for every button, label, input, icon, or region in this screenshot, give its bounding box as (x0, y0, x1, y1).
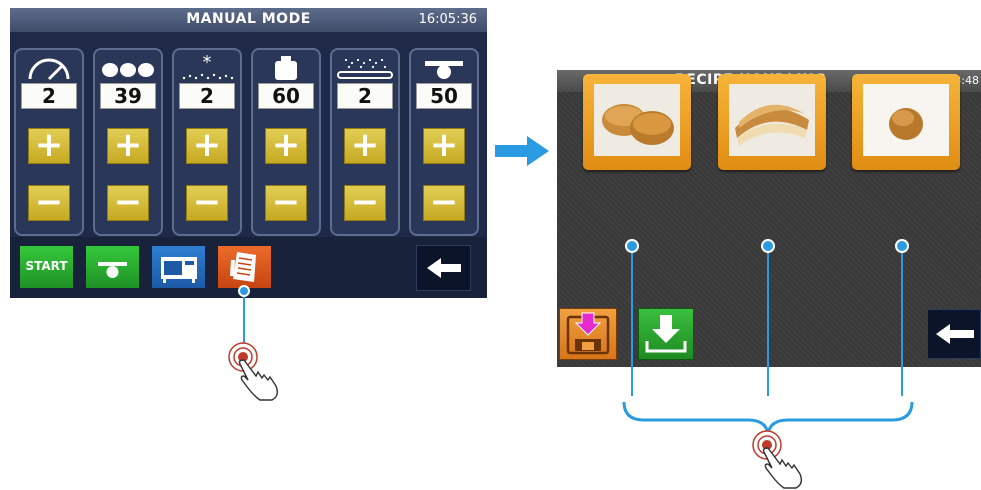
plus-icon: + (34, 125, 64, 165)
transition-arrow-icon (495, 136, 549, 166)
minus-icon: − (34, 182, 64, 222)
flour-duster-decrease-button[interactable]: − (186, 185, 228, 221)
manual-mode-header: MANUAL MODE 16:05:36 (10, 8, 487, 32)
recipe-list-icon (230, 252, 256, 282)
plus-icon: + (429, 125, 459, 165)
minus-icon: − (429, 182, 459, 222)
oven-icon (161, 257, 197, 283)
speed-value: 2 (21, 83, 77, 109)
speed-decrease-button[interactable]: − (28, 185, 70, 221)
start-label: START (25, 259, 68, 273)
hotdog-bun-photo (729, 84, 815, 156)
press-plate-decrease-button[interactable]: − (423, 185, 465, 221)
plus-icon: + (192, 125, 222, 165)
belt-dusting-icon (337, 58, 393, 79)
manual-mode-toolbar: START (10, 237, 487, 298)
minus-icon: − (350, 182, 380, 222)
recipe-handling-button[interactable] (218, 246, 271, 288)
tap-hand-icon (228, 342, 279, 401)
oven-button[interactable] (152, 246, 205, 288)
clock: 16:05:36 (418, 12, 477, 27)
flour-duster-value: 2 (179, 83, 235, 109)
svg-text:*: * (203, 52, 212, 73)
belt-press-button[interactable] (86, 246, 139, 288)
belt-dusting-increase-button[interactable]: + (344, 128, 386, 164)
dough-balls-icon (102, 63, 154, 77)
recipe-card-hotdog-bun[interactable] (718, 74, 826, 170)
belt-dusting-decrease-button[interactable]: − (344, 185, 386, 221)
press-plate-value: 50 (416, 83, 472, 109)
back-button[interactable] (416, 245, 471, 291)
back-button[interactable] (927, 309, 981, 359)
speed-gauge-icon (28, 58, 70, 81)
speed-increase-button[interactable]: + (28, 128, 70, 164)
page-title: MANUAL MODE (186, 11, 311, 27)
minus-icon: − (113, 182, 143, 222)
dough-balls-increase-button[interactable]: + (107, 128, 149, 164)
parameter-column-speed: 2 + − (14, 48, 84, 236)
dough-balls-decrease-button[interactable]: − (107, 185, 149, 221)
parameter-column-weight: 60 + − (251, 48, 321, 236)
burger-bun-photo (594, 84, 680, 156)
weight-decrease-button[interactable]: − (265, 185, 307, 221)
plus-icon: + (113, 125, 143, 165)
parameter-column-press-plate: 50 + − (409, 48, 479, 236)
back-arrow-icon (936, 324, 974, 344)
dough-balls-value: 39 (100, 83, 156, 109)
tap-hand-icon (752, 430, 803, 489)
plus-icon: + (271, 125, 301, 165)
minus-icon: − (192, 182, 222, 222)
recipe-card-burger-bun[interactable] (583, 74, 691, 170)
flour-duster-increase-button[interactable]: + (186, 128, 228, 164)
parameter-column-flour-duster: * 2 + − (172, 48, 242, 236)
minus-icon: − (271, 182, 301, 222)
parameter-column-belt-dusting: 2 + − (330, 48, 400, 236)
press-plate-icon (425, 61, 463, 79)
weight-value: 60 (258, 83, 314, 109)
belt-press-icon (98, 262, 127, 278)
back-arrow-icon (427, 258, 461, 278)
parameter-column-dough-balls: 39 + − (93, 48, 163, 236)
manual-mode-screen: MANUAL MODE 16:05:36 2 + − 39 + − * 2 + … (10, 8, 487, 298)
plus-icon: + (350, 125, 380, 165)
weight-increase-button[interactable]: + (265, 128, 307, 164)
save-recipe-icon (566, 312, 610, 355)
save-recipe-button[interactable] (559, 308, 617, 360)
weight-icon (275, 56, 297, 80)
load-recipe-button[interactable] (638, 308, 694, 360)
start-button[interactable]: START (20, 246, 73, 288)
belt-dusting-value: 2 (337, 83, 393, 109)
press-plate-increase-button[interactable]: + (423, 128, 465, 164)
round-roll-photo (863, 84, 949, 156)
flour-duster-icon: * (182, 52, 234, 80)
load-recipe-icon (645, 315, 687, 353)
recipe-card-round-roll[interactable] (852, 74, 960, 170)
